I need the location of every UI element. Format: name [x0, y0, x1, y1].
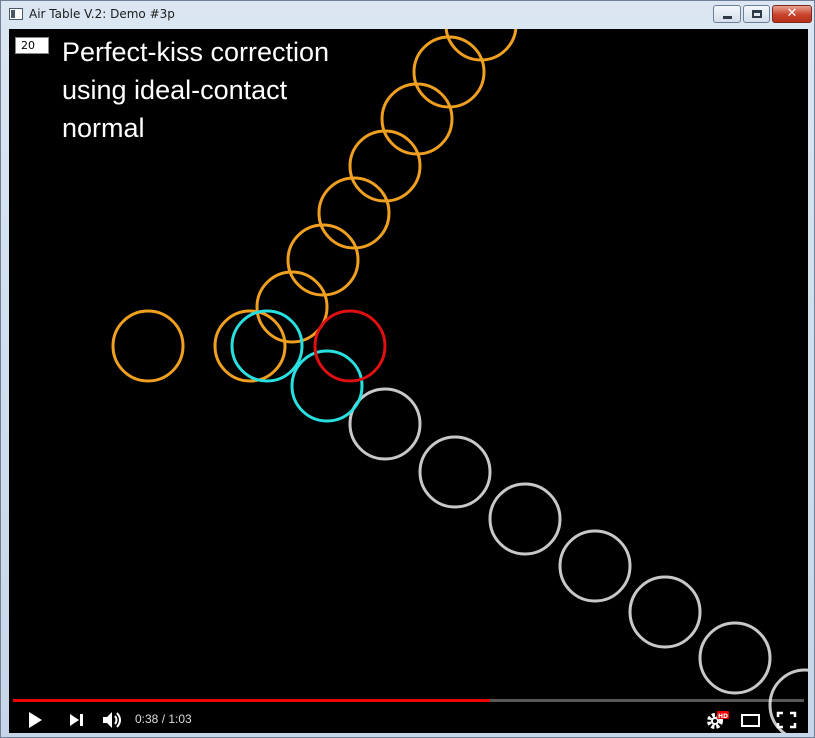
next-icon[interactable] [67, 709, 87, 731]
hd-badge: HD [718, 713, 728, 720]
orange-puck-trail [317, 176, 391, 250]
orange-puck-trail [380, 82, 454, 156]
app-icon [9, 8, 23, 20]
orange-puck-trail [213, 309, 287, 383]
white-puck-trail [698, 621, 772, 695]
white-puck-trail [628, 575, 702, 649]
cyan-puck [290, 349, 364, 423]
theater-mode-icon[interactable] [739, 709, 763, 731]
settings-icon[interactable]: HD [705, 709, 729, 731]
caption: Perfect-kiss correction using ideal-cont… [62, 33, 329, 147]
minimize-button[interactable] [713, 5, 741, 23]
orange-puck-trail [111, 309, 185, 383]
play-icon[interactable] [25, 709, 45, 731]
volume-icon[interactable] [101, 709, 125, 731]
caption-line: Perfect-kiss correction [62, 37, 330, 67]
player-controls: 0:38 / 1:03 HD [9, 707, 808, 733]
orange-puck-trail [255, 270, 329, 344]
minimize-icon [723, 16, 732, 19]
progress-bar[interactable] [13, 699, 804, 702]
white-puck-trail [418, 435, 492, 509]
window-title: Air Table V.2: Demo #3p [29, 7, 175, 21]
progress-fill [13, 699, 490, 702]
orange-puck-trail [286, 223, 360, 297]
close-icon: ✕ [786, 6, 798, 21]
fullscreen-icon[interactable] [775, 709, 799, 731]
app-window: Air Table V.2: Demo #3p ✕ 20 Perfect-kis… [0, 0, 815, 738]
red-puck [313, 309, 387, 383]
maximize-button[interactable] [743, 5, 770, 23]
caption-line: using ideal-contact [62, 75, 288, 105]
video-viewport[interactable]: 20 Perfect-kiss correction using ideal-c… [9, 29, 808, 733]
title-bar[interactable]: Air Table V.2: Demo #3p ✕ [1, 1, 814, 29]
close-button[interactable]: ✕ [772, 5, 812, 23]
white-puck-trail [558, 529, 632, 603]
orange-puck-trail [412, 35, 486, 109]
white-puck-trail [488, 482, 562, 556]
cyan-puck [230, 309, 304, 383]
caption-line: normal [62, 113, 145, 143]
maximize-icon [752, 10, 762, 18]
frame-counter: 20 [15, 37, 49, 54]
time-display: 0:38 / 1:03 [135, 712, 192, 726]
orange-puck-trail [348, 129, 422, 203]
